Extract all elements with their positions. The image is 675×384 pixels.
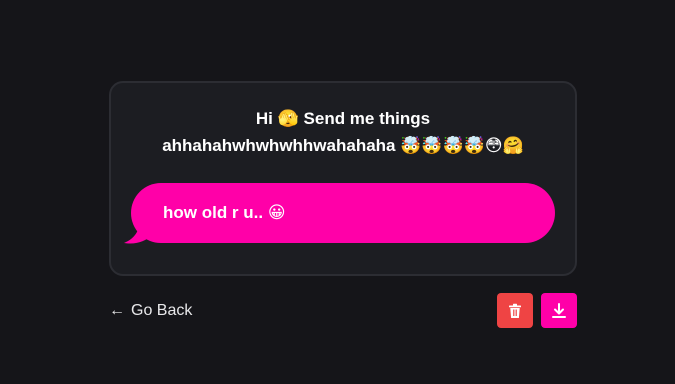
- prompt-line-1: Hi 🫣 Send me things: [255, 109, 431, 128]
- message-card: Hi 🫣 Send me things ahhahahwhwhwhhwahaha…: [109, 81, 577, 276]
- prompt-text: Hi 🫣 Send me things ahhahahwhwhwhhwahaha…: [111, 105, 575, 159]
- download-icon: [552, 302, 566, 318]
- message-text: how old r u.. 😀: [163, 203, 286, 222]
- trash-icon: [509, 303, 521, 318]
- download-button[interactable]: [541, 293, 577, 328]
- go-back-link[interactable]: ← Go Back: [109, 300, 192, 322]
- prompt-line-2: ahhahahwhwhwhhwahahaha 🤯🤯🤯🤯😳🤗: [162, 136, 524, 155]
- go-back-label: Go Back: [131, 302, 193, 319]
- delete-button[interactable]: [497, 293, 533, 328]
- message-bubble: how old r u.. 😀: [131, 183, 555, 243]
- back-arrow-icon: ←: [109, 302, 125, 319]
